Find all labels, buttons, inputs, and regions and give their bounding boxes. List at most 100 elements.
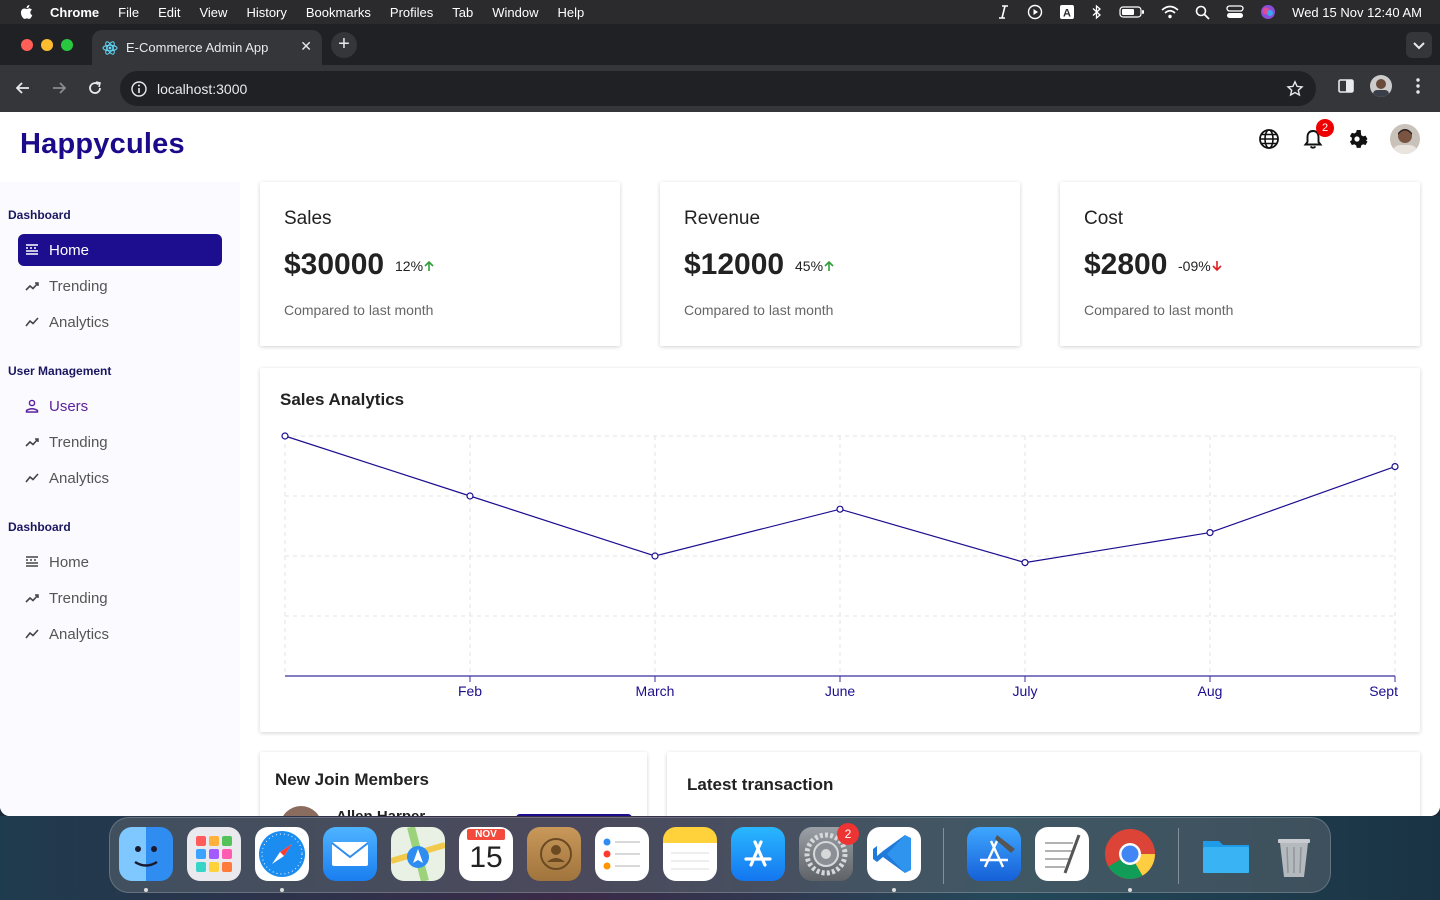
user-avatar-icon: [1393, 129, 1417, 154]
new-members-title: New Join Members: [275, 770, 429, 789]
sidebar-item-label: Analytics: [49, 313, 110, 331]
user-avatar[interactable]: [1390, 124, 1420, 154]
mail-icon[interactable]: [323, 827, 377, 881]
dock-separator: [943, 828, 944, 884]
menu-bar-status-area: A Wed 15 Nov 12:40 AM: [997, 0, 1422, 24]
sidebar-item-home[interactable]: Home: [18, 234, 222, 266]
profile-avatar[interactable]: [1370, 75, 1392, 97]
x-tick-label: Feb: [458, 683, 482, 699]
sales-data-point: [1206, 529, 1214, 537]
maps-icon[interactable]: [390, 825, 446, 883]
more-menu-icon[interactable]: [1409, 77, 1427, 95]
reminders-icon[interactable]: [595, 827, 649, 881]
kpi-subtitle: Compared to last month: [284, 302, 434, 318]
contacts-icon[interactable]: [527, 827, 581, 881]
sidebar-item-label: Analytics: [49, 625, 110, 643]
wifi-icon[interactable]: [1161, 5, 1179, 19]
side-panel-icon[interactable]: [1337, 77, 1355, 95]
tab-close-icon[interactable]: ✕: [300, 38, 312, 55]
new-tab-button[interactable]: +: [331, 32, 357, 58]
browser-toolbar: localhost:3000: [0, 65, 1440, 112]
sidebar-item-trending[interactable]: Trending: [18, 582, 222, 614]
kpi-subtitle: Compared to last month: [684, 302, 834, 318]
chrome-icon[interactable]: [1103, 827, 1157, 881]
siri-icon[interactable]: [1260, 4, 1276, 20]
textedit-icon[interactable]: [1035, 827, 1089, 881]
launchpad-icon[interactable]: [187, 827, 241, 881]
x-tick-label: June: [825, 683, 856, 699]
top-bar-icons: 2: [1258, 119, 1420, 154]
sidebar-item-users[interactable]: Users: [18, 390, 222, 422]
trending-up-icon: [25, 282, 39, 291]
x-tick-label: Sept: [1369, 683, 1398, 699]
control-center-icon[interactable]: [1226, 5, 1244, 19]
macos-menu-bar: Chrome File Edit View History Bookmarks …: [0, 0, 1440, 24]
finder-icon[interactable]: [119, 827, 173, 881]
sidebar-section-title: Dashboard: [8, 520, 71, 534]
spotlight-search-icon[interactable]: [1195, 5, 1210, 20]
sales-data-point: [1391, 462, 1399, 471]
tab-strip: E-Commerce Admin App ✕ +: [0, 24, 1440, 65]
new-members-card: New Join Members Allen Harper: [260, 752, 647, 816]
safari-icon[interactable]: [255, 827, 309, 881]
notes-icon[interactable]: [663, 827, 717, 881]
site-info-icon[interactable]: [130, 80, 148, 98]
sidebar-item-label: Analytics: [49, 469, 110, 487]
close-window-button[interactable]: [21, 39, 33, 51]
sales-data-point: [466, 492, 474, 500]
address-url: localhost:3000: [157, 80, 248, 97]
sidebar-item-home[interactable]: Home: [18, 546, 222, 578]
battery-icon[interactable]: [1119, 5, 1145, 19]
sidebar-item-trending[interactable]: Trending: [18, 426, 222, 458]
xcode-icon[interactable]: [967, 827, 1021, 881]
sidebar-item-label: Trending: [49, 433, 108, 451]
input-source-icon[interactable]: A: [1059, 4, 1075, 20]
dock-separator: [1178, 828, 1179, 884]
timeline-icon: [25, 317, 39, 327]
menu-edit[interactable]: Edit: [158, 5, 180, 20]
sidebar-section-title: Dashboard: [8, 208, 71, 222]
sidebar-item-analytics[interactable]: Analytics: [18, 306, 222, 338]
app-logo[interactable]: Happycules: [20, 128, 185, 161]
zoom-window-button[interactable]: [61, 39, 73, 51]
admin-app: Happycules 2 Dashboard Home Trending Ana…: [0, 112, 1440, 816]
menu-window[interactable]: Window: [492, 5, 538, 20]
play-circle-icon[interactable]: [1027, 4, 1043, 20]
settings-gear-icon[interactable]: [1346, 128, 1368, 150]
menu-help[interactable]: Help: [558, 5, 585, 20]
menu-file[interactable]: File: [118, 5, 139, 20]
latest-transaction-title: Latest transaction: [687, 775, 834, 794]
minimize-window-button[interactable]: [41, 39, 53, 51]
menu-bookmarks[interactable]: Bookmarks: [306, 5, 371, 20]
bookmark-star-icon[interactable]: [1286, 80, 1304, 98]
folder-icon[interactable]: [1199, 827, 1253, 881]
trending-up-icon: [25, 438, 39, 447]
menu-bar-clock[interactable]: Wed 15 Nov 12:40 AM: [1292, 5, 1422, 20]
timeline-icon: [25, 629, 39, 639]
address-bar[interactable]: localhost:3000: [120, 71, 1316, 106]
text-cursor-icon[interactable]: [997, 4, 1011, 20]
menu-profiles[interactable]: Profiles: [390, 5, 433, 20]
reload-icon[interactable]: [85, 78, 105, 98]
language-globe-icon[interactable]: [1258, 128, 1280, 150]
notifications-button[interactable]: 2: [1302, 119, 1334, 150]
forward-arrow-icon[interactable]: [49, 78, 69, 98]
app-store-icon[interactable]: [731, 827, 785, 881]
apple-icon[interactable]: [18, 3, 36, 21]
menu-history[interactable]: History: [246, 5, 286, 20]
tab-search-button[interactable]: [1406, 32, 1432, 58]
sidebar-item-analytics[interactable]: Analytics: [18, 462, 222, 494]
calendar-icon[interactable]: NOV 15: [459, 827, 513, 881]
sidebar-item-analytics[interactable]: Analytics: [18, 618, 222, 650]
back-arrow-icon[interactable]: [13, 78, 33, 98]
trash-icon[interactable]: [1267, 827, 1321, 881]
menu-app-name[interactable]: Chrome: [50, 5, 99, 20]
system-settings-badge: 2: [837, 823, 859, 845]
browser-tab[interactable]: E-Commerce Admin App ✕: [92, 30, 322, 65]
sidebar-item-trending[interactable]: Trending: [18, 270, 222, 302]
vscode-icon[interactable]: [867, 827, 921, 881]
tab-title: E-Commerce Admin App: [126, 40, 269, 55]
menu-view[interactable]: View: [199, 5, 227, 20]
menu-tab[interactable]: Tab: [452, 5, 473, 20]
bluetooth-icon[interactable]: [1091, 4, 1103, 20]
